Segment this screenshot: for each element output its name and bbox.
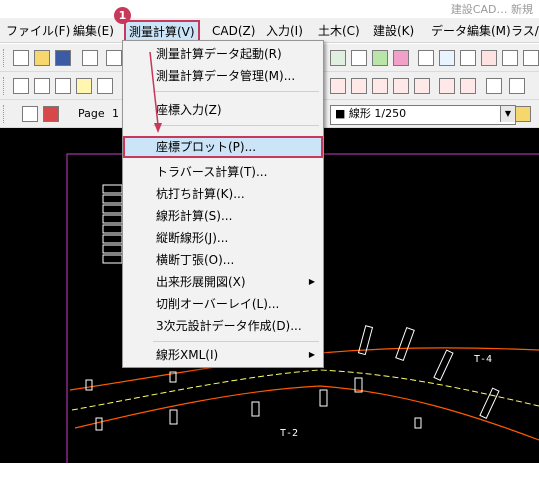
callout-arrow (149, 51, 162, 133)
